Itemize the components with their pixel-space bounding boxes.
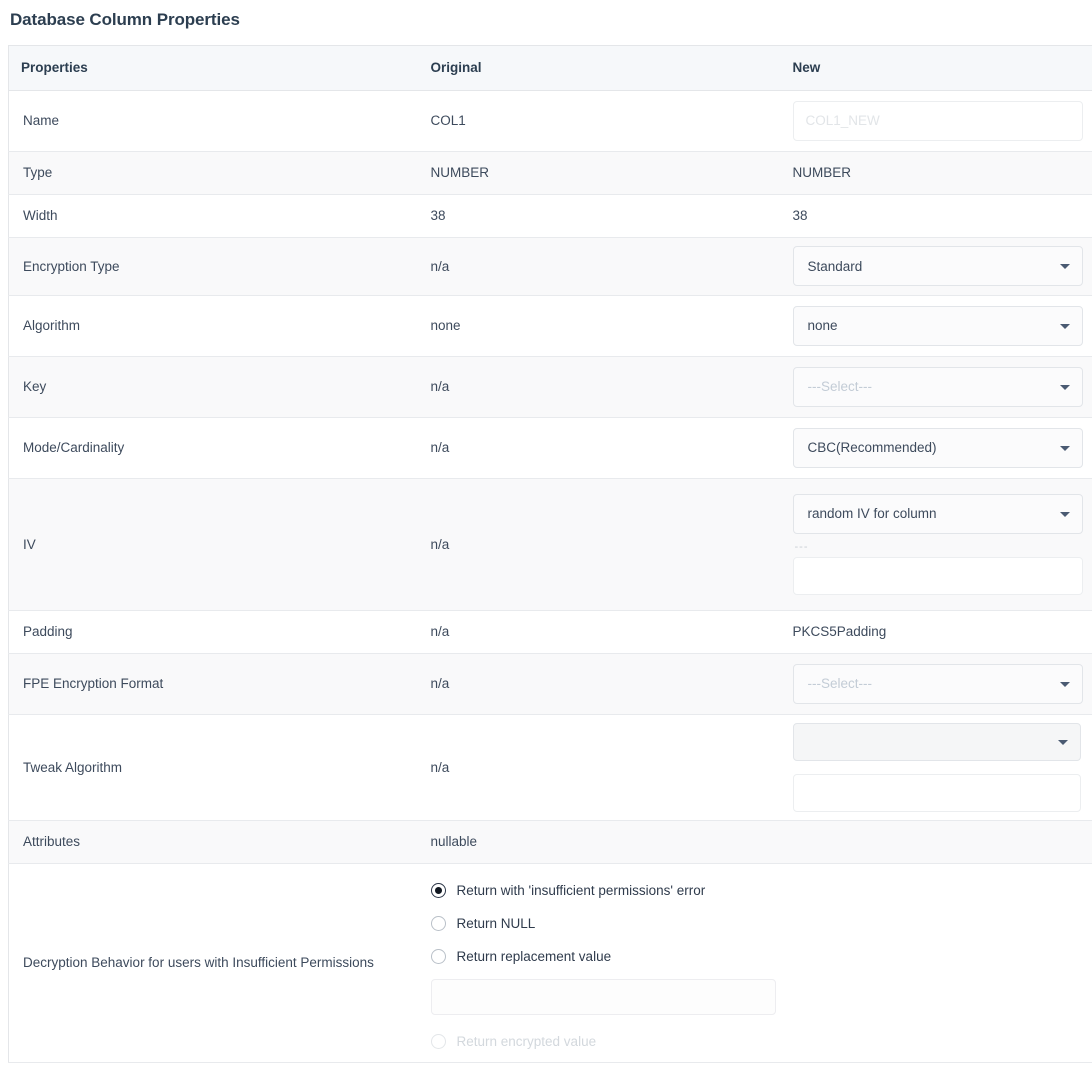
original-value-tweak-algorithm: n/a	[419, 714, 781, 820]
property-label-mode-cardinality: Mode/Cardinality	[9, 417, 419, 478]
column-header-original: Original	[419, 45, 781, 90]
iv-select-value: random IV for column	[808, 506, 937, 521]
iv-select[interactable]: random IV for column	[793, 494, 1083, 534]
radio-icon	[431, 949, 446, 964]
radio-icon	[431, 1034, 446, 1049]
iv-value-input[interactable]	[793, 557, 1083, 595]
property-label-algorithm: Algorithm	[9, 295, 419, 356]
table-row-key: Key n/a ---Select---	[9, 356, 1092, 417]
column-header-new: New	[781, 45, 1092, 90]
new-value-tweak-algorithm-cell	[781, 714, 1092, 820]
radio-return-insufficient-permissions-error[interactable]: Return with 'insufficient permissions' e…	[431, 874, 1081, 907]
new-value-fpe-encryption-format-cell: ---Select---	[781, 653, 1092, 714]
table-header: Properties Original New	[9, 45, 1092, 90]
property-label-encryption-type: Encryption Type	[9, 237, 419, 295]
original-value-encryption-type: n/a	[419, 237, 781, 295]
new-value-type: NUMBER	[781, 151, 1092, 194]
new-value-attributes	[781, 820, 1092, 863]
radio-return-replacement-value[interactable]: Return replacement value	[431, 940, 1081, 973]
chevron-down-icon	[1060, 512, 1070, 517]
property-label-decryption-behavior: Decryption Behavior for users with Insuf…	[9, 863, 419, 1062]
original-value-iv: n/a	[419, 478, 781, 610]
replacement-value-input[interactable]	[431, 979, 776, 1015]
chevron-down-icon	[1060, 446, 1070, 451]
radio-label: Return replacement value	[457, 949, 612, 964]
column-properties-table: Properties Original New Name COL1 Type N…	[8, 45, 1092, 1063]
encryption-type-select[interactable]: Standard	[793, 246, 1083, 286]
table-row-encryption-type: Encryption Type n/a Standard	[9, 237, 1092, 295]
iv-sub-label: ---	[795, 542, 1081, 553]
decryption-behavior-radio-group: Return with 'insufficient permissions' e…	[431, 864, 1081, 1062]
chevron-down-icon	[1060, 385, 1070, 390]
property-label-attributes: Attributes	[9, 820, 419, 863]
mode-cardinality-select[interactable]: CBC(Recommended)	[793, 428, 1083, 468]
new-value-encryption-type-cell: Standard	[781, 237, 1092, 295]
original-value-width: 38	[419, 194, 781, 237]
radio-label: Return encrypted value	[457, 1034, 597, 1049]
original-value-padding: n/a	[419, 610, 781, 653]
property-label-name: Name	[9, 90, 419, 151]
key-select-value: ---Select---	[808, 379, 873, 394]
table-body: Name COL1 Type NUMBER NUMBER Width 38 38	[9, 90, 1092, 1062]
column-header-properties: Properties	[9, 45, 419, 90]
radio-label: Return NULL	[457, 916, 536, 931]
chevron-down-icon	[1060, 324, 1070, 329]
table-row-name: Name COL1	[9, 90, 1092, 151]
original-value-mode-cardinality: n/a	[419, 417, 781, 478]
property-label-fpe-encryption-format: FPE Encryption Format	[9, 653, 419, 714]
table-row-tweak-algorithm: Tweak Algorithm n/a	[9, 714, 1092, 820]
fpe-encryption-format-select[interactable]: ---Select---	[793, 664, 1083, 704]
original-value-type: NUMBER	[419, 151, 781, 194]
radio-return-null[interactable]: Return NULL	[431, 907, 1081, 940]
fpe-encryption-format-select-value: ---Select---	[808, 676, 873, 691]
property-label-padding: Padding	[9, 610, 419, 653]
radio-icon	[431, 883, 446, 898]
tweak-algorithm-select[interactable]	[793, 723, 1081, 761]
new-value-padding: PKCS5Padding	[781, 610, 1092, 653]
original-value-fpe-encryption-format: n/a	[419, 653, 781, 714]
radio-label: Return with 'insufficient permissions' e…	[457, 883, 706, 898]
property-label-key: Key	[9, 356, 419, 417]
tweak-algorithm-controls	[793, 717, 1081, 818]
new-value-mode-cardinality-cell: CBC(Recommended)	[781, 417, 1092, 478]
page-root: Database Column Properties Properties Or…	[0, 0, 1092, 1066]
table-row-fpe-encryption-format: FPE Encryption Format n/a ---Select---	[9, 653, 1092, 714]
new-name-input[interactable]	[793, 101, 1083, 141]
property-label-tweak-algorithm: Tweak Algorithm	[9, 714, 419, 820]
original-value-algorithm: none	[419, 295, 781, 356]
table-header-row: Properties Original New	[9, 45, 1092, 90]
original-value-key: n/a	[419, 356, 781, 417]
algorithm-select[interactable]: none	[793, 306, 1083, 346]
new-value-iv-cell: random IV for column ---	[781, 478, 1092, 610]
table-row-padding: Padding n/a PKCS5Padding	[9, 610, 1092, 653]
new-value-key-cell: ---Select---	[781, 356, 1092, 417]
key-select[interactable]: ---Select---	[793, 367, 1083, 407]
table-row-width: Width 38 38	[9, 194, 1092, 237]
property-label-width: Width	[9, 194, 419, 237]
new-value-width: 38	[781, 194, 1092, 237]
radio-icon	[431, 916, 446, 931]
table-row-attributes: Attributes nullable	[9, 820, 1092, 863]
tweak-algorithm-input[interactable]	[793, 774, 1081, 812]
encryption-type-select-value: Standard	[808, 259, 863, 274]
original-value-attributes: nullable	[419, 820, 781, 863]
chevron-down-icon	[1060, 264, 1070, 269]
property-label-type: Type	[9, 151, 419, 194]
table-row-algorithm: Algorithm none none	[9, 295, 1092, 356]
chevron-down-icon	[1058, 740, 1068, 745]
decryption-behavior-options-cell: Return with 'insufficient permissions' e…	[419, 863, 1092, 1062]
radio-return-encrypted-value: Return encrypted value	[431, 1025, 1081, 1058]
new-value-name-cell	[781, 90, 1092, 151]
table-row-type: Type NUMBER NUMBER	[9, 151, 1092, 194]
table-row-mode-cardinality: Mode/Cardinality n/a CBC(Recommended)	[9, 417, 1092, 478]
chevron-down-icon	[1060, 682, 1070, 687]
table-row-decryption-behavior: Decryption Behavior for users with Insuf…	[9, 863, 1092, 1062]
property-label-iv: IV	[9, 478, 419, 610]
new-value-algorithm-cell: none	[781, 295, 1092, 356]
mode-cardinality-select-value: CBC(Recommended)	[808, 440, 937, 455]
algorithm-select-value: none	[808, 318, 838, 333]
page-title: Database Column Properties	[0, 0, 1092, 32]
table-row-iv: IV n/a random IV for column ---	[9, 478, 1092, 610]
original-value-name: COL1	[419, 90, 781, 151]
